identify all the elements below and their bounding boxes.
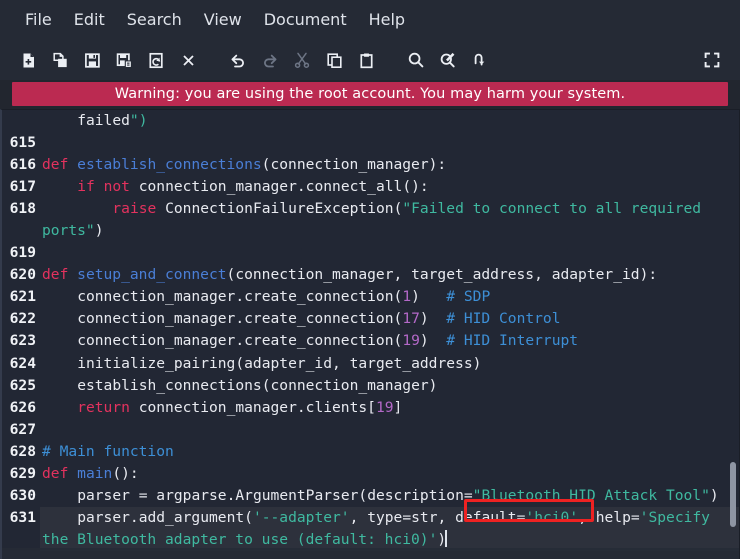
fullscreen-icon[interactable] [697,45,727,75]
line-number: 624 [9,354,36,372]
open-file-icon[interactable] [45,45,75,75]
code-line[interactable]: 631 parser.add_argument('--adapter', typ… [2,506,739,551]
line-number: 617 [9,178,36,196]
code-line[interactable]: 625 establish_connections(connection_man… [2,375,739,397]
code-line[interactable]: 626 return connection_manager.clients[19… [2,397,739,419]
line-text[interactable]: if not connection_manager.connect_all(): [40,176,739,198]
editor-vertical-scrollbar[interactable] [729,110,737,559]
line-text[interactable]: def main(): [40,463,739,485]
line-number: 622 [9,310,36,328]
line-text[interactable]: establish_connections(connection_manager… [40,375,739,397]
code-line[interactable]: 615 [2,132,739,154]
line-number: 625 [9,376,36,394]
cut-icon[interactable] [287,45,317,75]
code-line[interactable]: 627 [2,419,739,441]
line-number: 619 [9,244,36,262]
line-text[interactable]: initialize_pairing(adapter_id, target_ad… [40,353,739,375]
line-text[interactable] [40,132,739,154]
code-line[interactable]: failed") [2,110,739,132]
line-number: 628 [9,442,36,460]
code-line[interactable]: 622 connection_manager.create_connection… [2,308,739,330]
editor-bottom-edge [2,548,739,559]
code-content[interactable]: failed") 615 616 def establish_connections… [2,110,739,551]
root-account-warning-banner: Warning: you are using the root account.… [12,82,728,106]
code-line[interactable]: 620 def setup_and_connect(connection_mana… [2,264,739,286]
undo-icon[interactable] [223,45,253,75]
code-line[interactable]: 619 [2,242,739,264]
line-number: 623 [9,332,36,350]
line-text[interactable]: def establish_connections(connection_man… [40,154,739,176]
revert-icon[interactable] [141,45,171,75]
new-file-icon[interactable] [13,45,43,75]
toolbar [0,40,740,80]
line-number: 630 [9,486,36,504]
save-as-icon[interactable] [109,45,139,75]
menu-edit[interactable]: Edit [63,6,116,34]
paste-icon[interactable] [351,45,381,75]
close-icon[interactable] [173,45,203,75]
line-text[interactable]: connection_manager.create_connection(1) … [40,286,739,308]
code-line[interactable]: 628 # Main function [2,441,739,463]
line-text[interactable]: def setup_and_connect(connection_manager… [40,264,739,286]
line-number: 615 [9,134,36,152]
menu-search[interactable]: Search [116,6,193,34]
code-line[interactable]: 621 connection_manager.create_connection… [2,286,739,308]
warning-banner-container: Warning: you are using the root account.… [0,80,740,109]
redo-icon[interactable] [255,45,285,75]
code-line[interactable]: 618 raise ConnectionFailureException("Fa… [2,198,739,242]
line-text[interactable]: connection_manager.create_connection(19)… [40,330,739,352]
search-icon[interactable] [401,45,431,75]
line-number: 616 [9,156,36,174]
code-line[interactable]: 617 if not connection_manager.connect_al… [2,176,739,198]
line-number: 620 [9,266,36,284]
menu-help[interactable]: Help [358,6,416,34]
code-line[interactable]: 624 initialize_pairing(adapter_id, targe… [2,353,739,375]
scrollbar-thumb[interactable] [730,462,736,527]
menu-view[interactable]: View [193,6,253,34]
menu-file[interactable]: File [14,6,63,34]
save-icon[interactable] [77,45,107,75]
line-text[interactable]: parser = argparse.ArgumentParser(descrip… [40,485,739,507]
line-text[interactable]: parser.add_argument('--adapter', type=st… [40,506,739,551]
menu-bar: File Edit Search View Document Help [0,0,740,40]
copy-icon[interactable] [319,45,349,75]
code-line[interactable]: 616 def establish_connections(connection_… [2,154,739,176]
find-replace-icon[interactable] [433,45,463,75]
line-number: 626 [9,398,36,416]
line-number: 627 [9,420,36,438]
line-text[interactable]: failed") [40,110,739,132]
line-text[interactable]: raise ConnectionFailureException("Failed… [40,198,739,242]
line-text[interactable]: connection_manager.create_connection(17)… [40,308,739,330]
line-text[interactable] [40,419,739,441]
text-editor-window: File Edit Search View Document Help Warn… [0,0,740,559]
line-number: 621 [9,288,36,306]
line-text[interactable]: return connection_manager.clients[19] [40,397,739,419]
code-editor[interactable]: failed") 615 616 def establish_connections… [0,109,740,559]
line-text[interactable]: # Main function [40,441,739,463]
line-number: 631 [9,508,36,526]
line-text[interactable] [40,242,739,264]
code-line[interactable]: 629 def main(): [2,463,739,485]
code-line[interactable]: 623 connection_manager.create_connection… [2,330,739,352]
menu-document[interactable]: Document [253,6,358,34]
text-caret [445,529,448,547]
line-number: 618 [9,200,36,218]
goto-line-icon[interactable] [465,45,495,75]
line-number: 629 [9,464,36,482]
code-line[interactable]: 630 parser = argparse.ArgumentParser(des… [2,485,739,507]
